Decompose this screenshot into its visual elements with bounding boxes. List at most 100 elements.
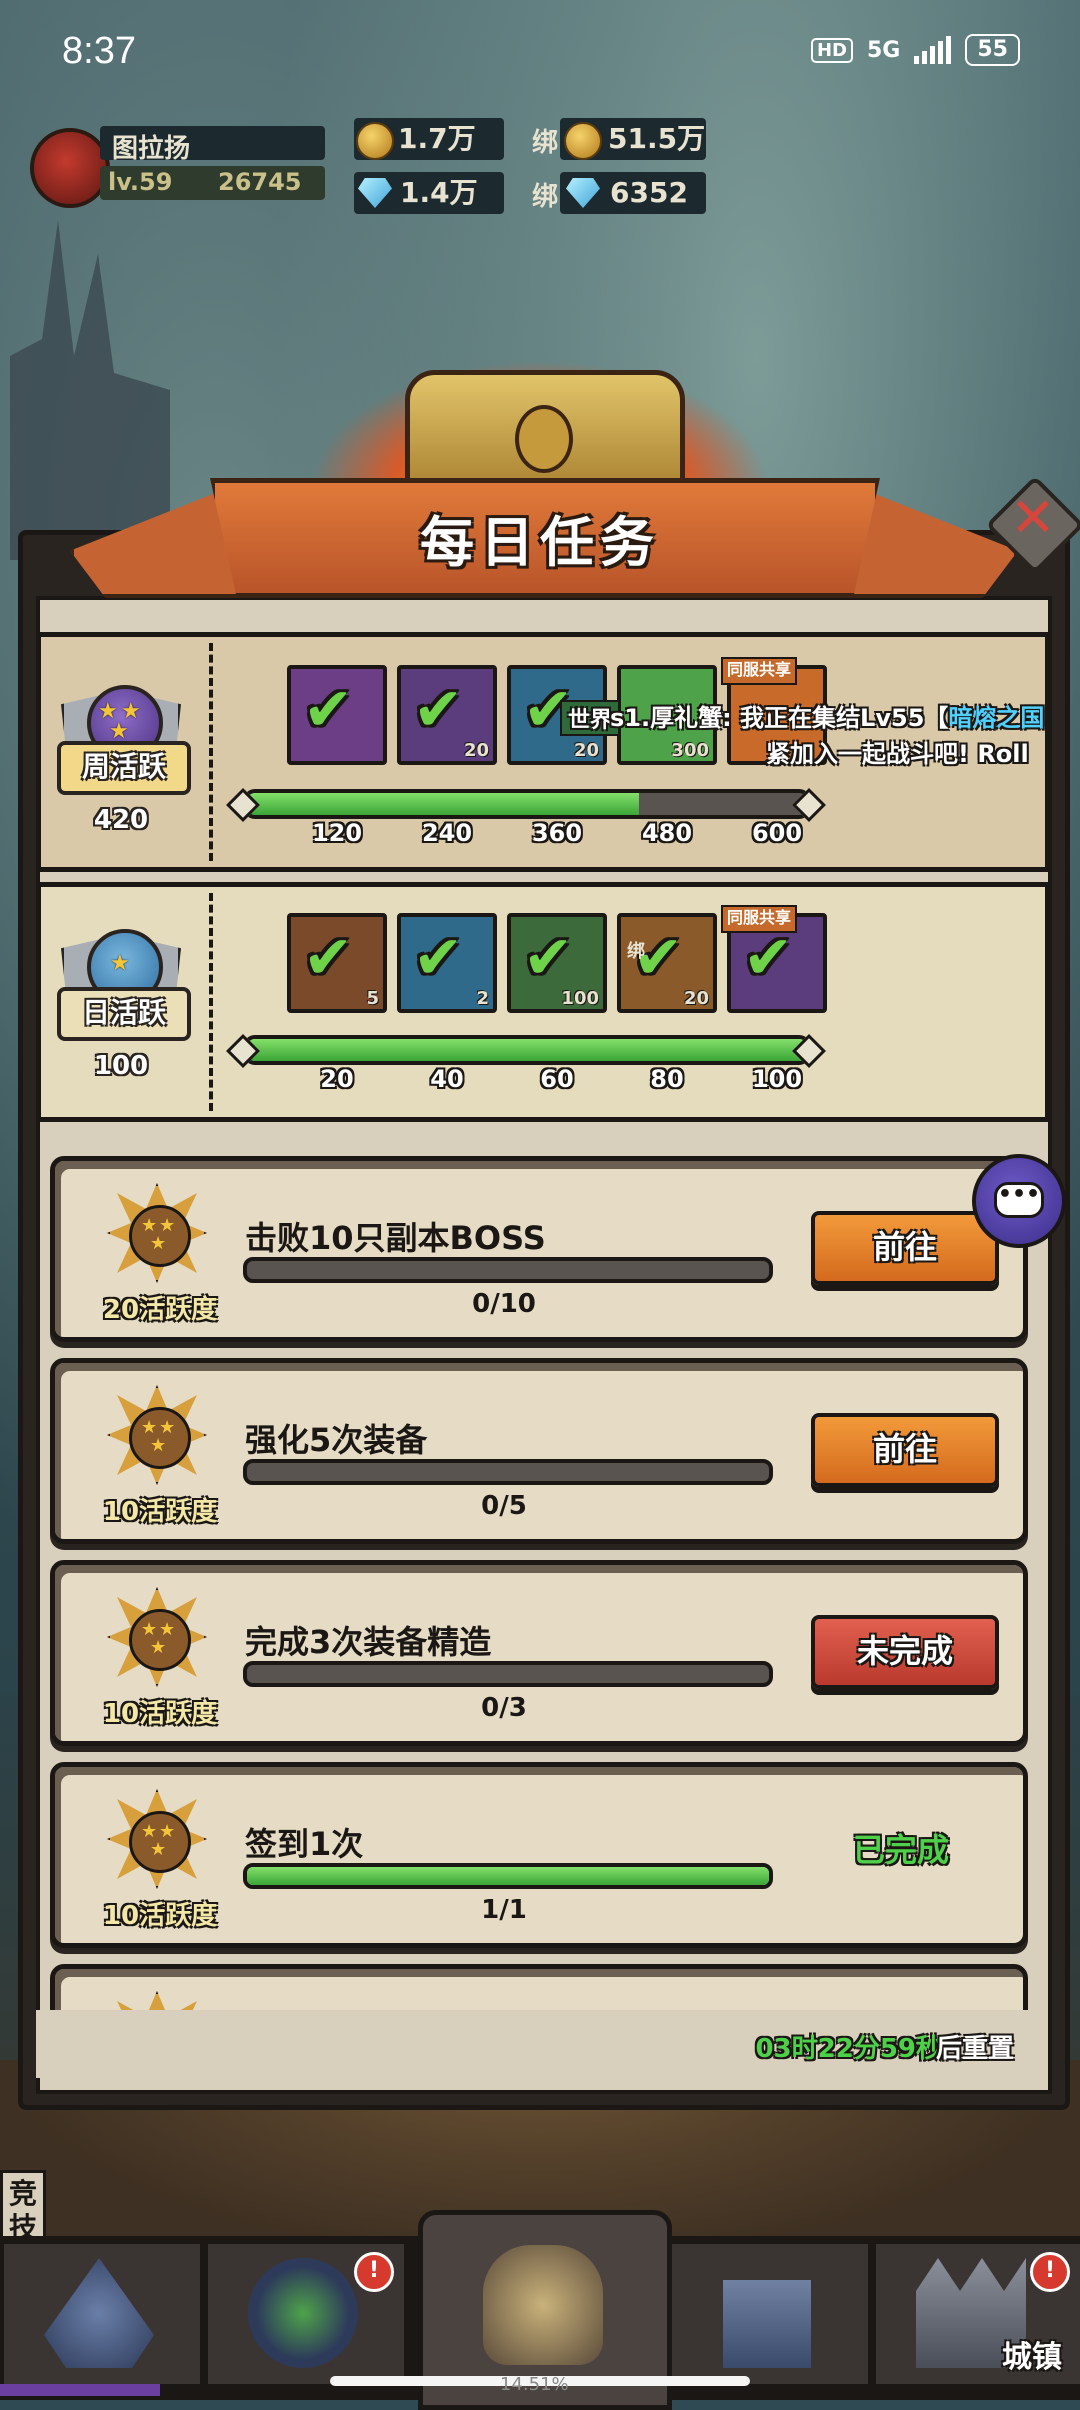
clock: 8:37 (62, 30, 136, 72)
chat-message-line1: s1.厚礼蟹: 我正在集结Lv55【暗熔之国 (610, 704, 1045, 732)
reset-label: 后重置 (935, 2034, 1014, 2064)
crest-emblem-icon (515, 405, 573, 473)
task-card: ★ ★ ★ 20活跃度 击败10只副本BOSS 0/10 前往 (50, 1156, 1028, 1342)
daily-label: 日活跃 (57, 987, 191, 1041)
battery-icon: 55 (965, 34, 1020, 66)
task-progress-bar (243, 1257, 773, 1283)
bound-tag: 绑 (627, 941, 645, 962)
gold-amount: 1.7万 (398, 122, 476, 155)
task-card: ★ ★ ★ 10活跃度 完成3次装备精造 0/3 未完成 (50, 1560, 1028, 1746)
diamond-icon (358, 178, 392, 208)
player-power: 26745 (218, 168, 302, 196)
bound-diamond-label: 绑 (532, 182, 559, 212)
daily-tier-label: 20 (320, 1065, 354, 1093)
daily-share-tag: 同服共享 (721, 905, 798, 933)
completed-status: 已完成 (852, 1831, 949, 1869)
player-avatar[interactable] (30, 128, 110, 208)
battle-icon (483, 2245, 603, 2365)
daily-tier-label: 100 (751, 1065, 803, 1093)
chat-button[interactable]: ••• (972, 1154, 1066, 1248)
chat-icon: ••• (994, 1182, 1044, 1218)
reset-countdown: 03时22分59秒 (755, 2034, 942, 2064)
player-name: 图拉扬 (112, 134, 191, 164)
daily-tier-label: 60 (540, 1065, 574, 1093)
task-progress-bar (243, 1863, 773, 1889)
weekly-tier-label: 360 (531, 819, 583, 847)
bound-gold-label: 绑 (532, 128, 559, 158)
daily-reward-2[interactable]: ✔ 2 (397, 913, 497, 1013)
task-progress-bar (243, 1459, 773, 1485)
task-title: 完成3次装备精造 (245, 1623, 492, 1661)
activity-star-icon (107, 1991, 207, 2010)
task-points: 10活跃度 (102, 1497, 218, 1527)
weekly-score: 420 (93, 805, 149, 835)
bound-diamond-icon (566, 178, 600, 208)
bound-gold-amount: 51.5万 (608, 122, 706, 155)
weekly-share-tag: 同服共享 (721, 657, 798, 685)
activity-star-icon: ★ ★ ★ (107, 1587, 207, 1687)
close-icon[interactable]: ✕ (1008, 488, 1058, 548)
daily-reward-1[interactable]: ✔ 5 (287, 913, 387, 1013)
weekly-progress-bar (243, 789, 811, 819)
chat-message-line2: 紧加入一起战斗吧! Roll (766, 740, 1029, 768)
daily-tier-label: 40 (430, 1065, 464, 1093)
task-card (50, 1964, 1028, 2010)
activity-star-icon: ★ ★ ★ (107, 1385, 207, 1485)
nav-summon-button[interactable]: ! (204, 2240, 408, 2388)
diamond-amount: 1.4万 (400, 176, 478, 209)
task-progress-text: 1/1 (481, 1895, 527, 1925)
nav-town-button[interactable]: ! 城镇 (872, 2240, 1080, 2388)
daily-reward-3[interactable]: ✔ 100 (507, 913, 607, 1013)
go-button[interactable]: 前往 (811, 1211, 999, 1285)
task-progress-text: 0/3 (481, 1693, 527, 1723)
nav-guild-button[interactable] (668, 2240, 872, 2388)
guild-icon (723, 2280, 811, 2368)
nav-hero-button[interactable] (0, 2240, 204, 2388)
signal-icon (914, 36, 952, 64)
summon-icon (248, 2258, 358, 2368)
world-chat-ticker[interactable]: 世界 s1.厚礼蟹: 我正在集结Lv55【暗熔之国 紧加入一起战斗吧! Roll (560, 696, 1080, 770)
diamond-box[interactable]: 1.4万 (354, 172, 504, 214)
go-button[interactable]: 前往 (811, 1413, 999, 1487)
panel-title: 每日任务 (420, 511, 660, 574)
reset-footer: 03时22分59秒 后重置 (36, 2010, 1044, 2078)
daily-progress-fill (247, 1039, 807, 1061)
status-bar: 8:37 HD 5G 55 (0, 0, 1080, 110)
task-list[interactable]: ★ ★ ★ 20活跃度 击败10只副本BOSS 0/10 前往 ★ ★ ★ 10活跃度 … (36, 1140, 1044, 2010)
notification-badge: ! (1030, 2252, 1070, 2292)
bound-diamond-box[interactable]: 6352 (560, 172, 706, 214)
network-label: 5G (867, 37, 901, 63)
task-points: 10活跃度 (102, 1699, 218, 1729)
task-title: 强化5次装备 (245, 1421, 428, 1459)
daily-progress-bar (243, 1035, 811, 1065)
section-divider (209, 893, 213, 1111)
player-level: lv.59 (108, 168, 173, 196)
task-card: ★ ★ ★ 10活跃度 强化5次装备 0/5 前往 (50, 1358, 1028, 1544)
incomplete-button[interactable]: 未完成 (811, 1615, 999, 1689)
status-icons: HD 5G 55 (810, 34, 1020, 66)
daily-reward-4[interactable]: ✔ 20 绑 (617, 913, 717, 1013)
task-points: 20活跃度 (102, 1295, 218, 1325)
bound-diamond-amount: 6352 (610, 176, 688, 209)
activity-star-icon: ★ ★ ★ (107, 1183, 207, 1283)
weekly-label: 周活跃 (57, 741, 191, 795)
task-points: 10活跃度 (102, 1901, 218, 1931)
task-progress-fill (247, 1867, 769, 1885)
weekly-tier-label: 600 (751, 819, 803, 847)
load-percent: 14.51% (500, 2374, 569, 2395)
weekly-tier-label: 120 (311, 819, 363, 847)
gold-coin-icon (356, 122, 394, 160)
daily-score: 100 (93, 1051, 149, 1081)
bound-gold-box[interactable]: 51.5万 (560, 118, 706, 160)
task-title: 击败10只副本BOSS (245, 1219, 546, 1257)
weekly-reward-1[interactable]: ✔ (287, 665, 387, 765)
task-progress-text: 0/5 (481, 1491, 527, 1521)
gold-box[interactable]: 1.7万 (354, 118, 504, 160)
hero-icon (44, 2258, 154, 2368)
town-label: 城镇 (1002, 2340, 1062, 2375)
loading-strip (0, 2384, 160, 2396)
task-card: ★ ★ ★ 10活跃度 签到1次 1/1 已完成 (50, 1762, 1028, 1948)
weekly-tier-label: 480 (641, 819, 693, 847)
notification-badge: ! (354, 2252, 394, 2292)
weekly-reward-2[interactable]: ✔ 20 (397, 665, 497, 765)
